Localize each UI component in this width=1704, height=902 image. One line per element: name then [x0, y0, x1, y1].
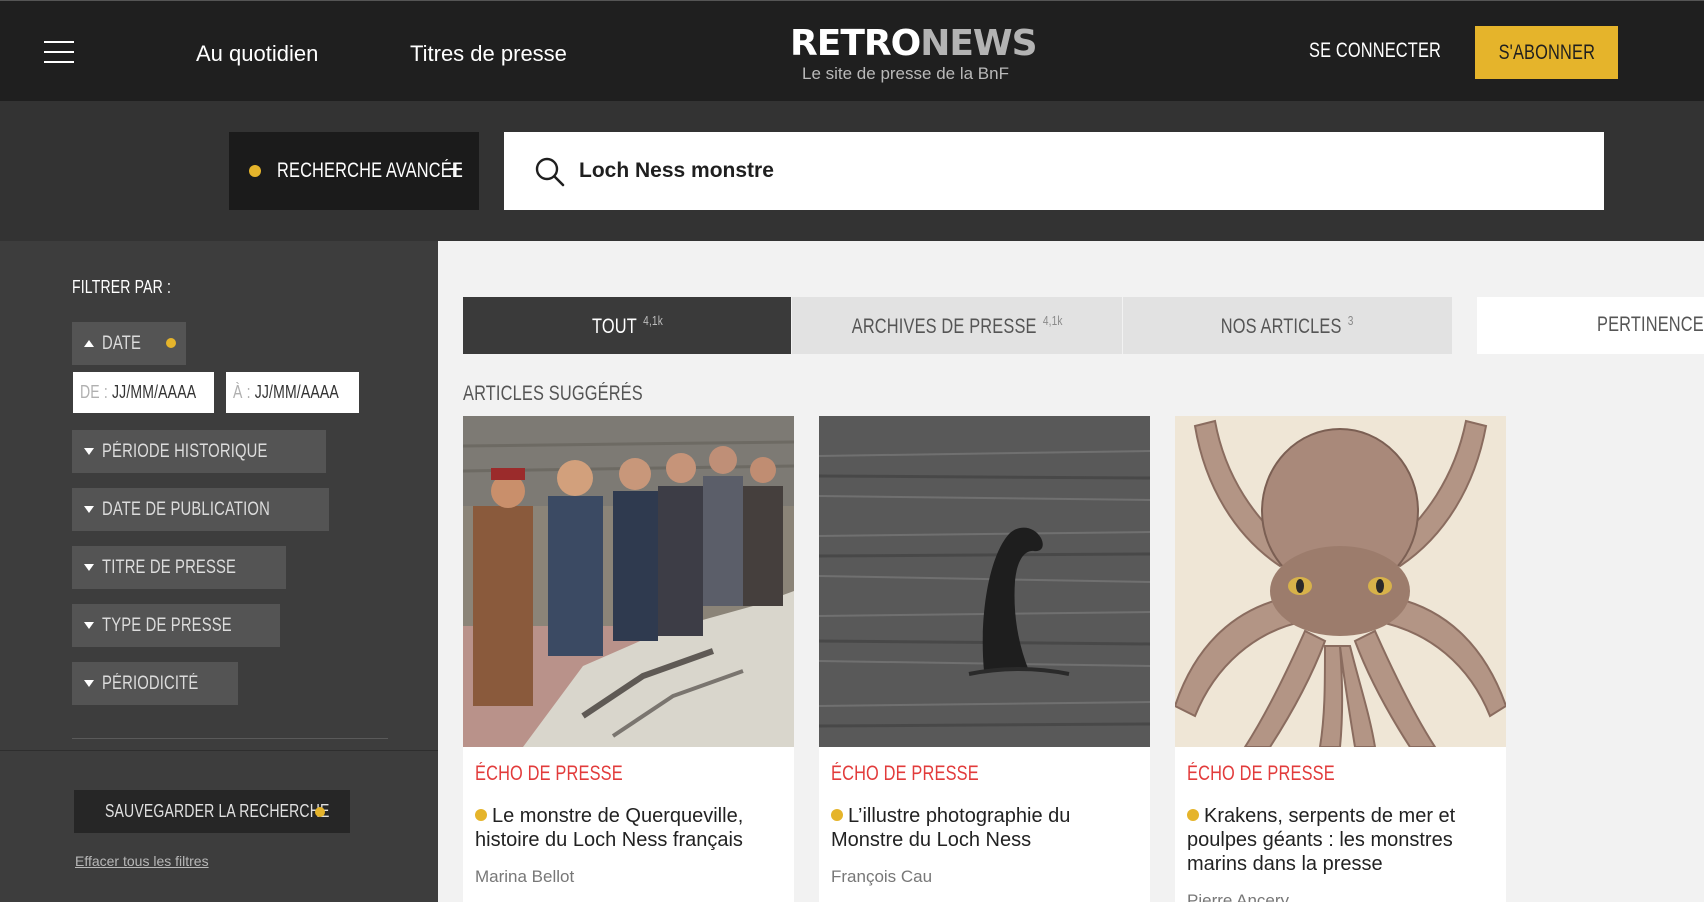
article-title[interactable]: L’illustre photographie du Monstre du Lo… — [831, 804, 1141, 852]
retronews-logo[interactable]: RETRONEWS — [790, 23, 1038, 64]
nav-titres-de-presse[interactable]: Titres de presse — [410, 41, 567, 67]
article-category: ÉCHO DE PRESSE — [1187, 762, 1377, 786]
date-to-input[interactable]: À : JJ/MM/AAAA — [226, 372, 359, 413]
suggested-title-text: ARTICLES SUGGÉRÉS — [463, 382, 643, 405]
article-image — [463, 416, 794, 747]
date-from-placeholder: JJ/MM/AAAA — [111, 382, 197, 402]
article-category-text: ÉCHO DE PRESSE — [475, 762, 623, 785]
article-category: ÉCHO DE PRESSE — [831, 762, 1021, 786]
caret-down-icon — [84, 622, 94, 629]
tab-label: TOUT — [591, 314, 637, 338]
caret-down-icon — [84, 564, 94, 571]
caret-down-icon — [84, 680, 94, 687]
tab-label: NOS ARTICLES — [1221, 314, 1342, 338]
divider — [72, 738, 388, 739]
search-icon — [535, 157, 565, 187]
menu-icon[interactable] — [44, 41, 74, 63]
suggested-title: ARTICLES SUGGÉRÉS — [463, 382, 694, 406]
article-card[interactable]: ÉCHO DE PRESSE L’illustre photographie d… — [819, 416, 1150, 902]
filter-sidebar: FILTRER PAR : DATE DE : JJ/MM/AAAA À : J… — [0, 241, 438, 902]
filter-label: PÉRIODE HISTORIQUE — [102, 440, 268, 462]
tagline: Le site de presse de la BnF — [802, 64, 1009, 83]
tab-count: 4,1k — [642, 312, 663, 328]
search-input[interactable]: Loch Ness monstre — [504, 132, 1604, 210]
article-category: ÉCHO DE PRESSE — [475, 762, 665, 786]
filter-title: FILTRER PAR : — [72, 277, 199, 298]
premium-dot-icon — [475, 809, 487, 821]
tab-nos-articles[interactable]: NOS ARTICLES 3 — [1123, 297, 1452, 354]
article-category-text: ÉCHO DE PRESSE — [831, 762, 979, 785]
top-header: Au quotidien Titres de presse RETRONEWS … — [0, 0, 1704, 101]
clear-filters-link[interactable]: Effacer tous les filtres — [75, 853, 209, 869]
logo-retro: RETRO — [790, 23, 921, 64]
advanced-search-label: RECHERCHE AVANCÉE — [277, 159, 463, 182]
subscribe-button[interactable]: S'ABONNER — [1475, 26, 1618, 79]
date-to-prefix: À : — [233, 382, 251, 402]
caret-down-icon — [84, 448, 94, 455]
subscribe-label: S'ABONNER — [1498, 40, 1595, 64]
article-category-text: ÉCHO DE PRESSE — [1187, 762, 1335, 785]
premium-dot-icon — [1187, 809, 1199, 821]
filter-label: DATE DE PUBLICATION — [102, 498, 270, 520]
article-image — [1175, 416, 1506, 747]
login-label: SE CONNECTER — [1309, 39, 1442, 62]
plus-icon: + — [448, 154, 464, 184]
active-dot-icon — [249, 165, 261, 177]
filter-date-label: DATE — [102, 332, 142, 354]
save-search-label: SAUVEGARDER LA RECHERCHE — [105, 801, 330, 821]
filter-label: TITRE DE PRESSE — [102, 556, 237, 578]
tab-tout[interactable]: TOUT 4,1k — [463, 297, 791, 354]
filter-periodicite[interactable]: PÉRIODICITÉ — [72, 662, 238, 705]
article-card[interactable]: ÉCHO DE PRESSE Le monstre de Querquevill… — [463, 416, 794, 902]
article-title-text: L’illustre photographie du Monstre du Lo… — [831, 805, 1071, 851]
tab-label: ARCHIVES DE PRESSE — [851, 314, 1037, 338]
filter-label: TYPE DE PRESSE — [102, 614, 232, 636]
search-query: Loch Ness monstre — [579, 159, 774, 182]
date-from-input[interactable]: DE : JJ/MM/AAAA — [73, 372, 214, 413]
tab-count: 4,1k — [1042, 312, 1063, 328]
save-search-button[interactable]: SAUVEGARDER LA RECHERCHE — [74, 790, 350, 833]
premium-dot-icon — [831, 809, 843, 821]
divider — [0, 750, 438, 751]
filter-title-text: FILTRER PAR : — [72, 277, 172, 297]
nav-au-quotidien[interactable]: Au quotidien — [196, 41, 318, 67]
filter-date[interactable]: DATE — [72, 322, 187, 365]
filter-label: PÉRIODICITÉ — [102, 672, 199, 694]
active-dot-icon — [166, 338, 177, 348]
login-link[interactable]: SE CONNECTER — [1309, 39, 1478, 63]
sort-select[interactable]: PERTINENCE — [1477, 297, 1704, 354]
tab-count: 3 — [1348, 312, 1354, 328]
filter-titre-de-presse[interactable]: TITRE DE PRESSE — [72, 546, 286, 589]
caret-down-icon — [84, 506, 94, 513]
advanced-search-button[interactable]: RECHERCHE AVANCÉE + — [229, 132, 479, 210]
filter-type-de-presse[interactable]: TYPE DE PRESSE — [72, 604, 281, 647]
date-from-prefix: DE : — [80, 382, 108, 402]
article-author: François Cau — [831, 867, 933, 886]
article-author: Marina Bellot — [475, 867, 575, 886]
article-title[interactable]: Le monstre de Querqueville, histoire du … — [475, 804, 785, 852]
sort-label: PERTINENCE — [1597, 313, 1704, 336]
article-author: Pierre Ancery — [1187, 891, 1290, 902]
filter-periode-historique[interactable]: PÉRIODE HISTORIQUE — [72, 430, 327, 473]
article-card[interactable]: ÉCHO DE PRESSE Krakens, serpents de mer … — [1175, 416, 1506, 902]
caret-up-icon — [84, 340, 94, 347]
article-title-text: Krakens, serpents de mer et poulpes géan… — [1187, 805, 1456, 875]
result-tabs: TOUT 4,1k ARCHIVES DE PRESSE 4,1k NOS ARTI… — [463, 297, 1452, 354]
filter-date-de-publication[interactable]: DATE DE PUBLICATION — [72, 488, 330, 531]
article-title-text: Le monstre de Querqueville, histoire du … — [475, 805, 744, 851]
tab-archives-de-presse[interactable]: ARCHIVES DE PRESSE 4,1k — [792, 297, 1122, 354]
article-image — [819, 416, 1150, 747]
article-title[interactable]: Krakens, serpents de mer et poulpes géan… — [1187, 804, 1497, 876]
date-to-placeholder: JJ/MM/AAAA — [254, 382, 339, 402]
search-band: RECHERCHE AVANCÉE + Loch Ness monstre — [0, 101, 1704, 241]
logo-news: NEWS — [920, 23, 1037, 64]
active-dot-icon — [315, 807, 325, 817]
